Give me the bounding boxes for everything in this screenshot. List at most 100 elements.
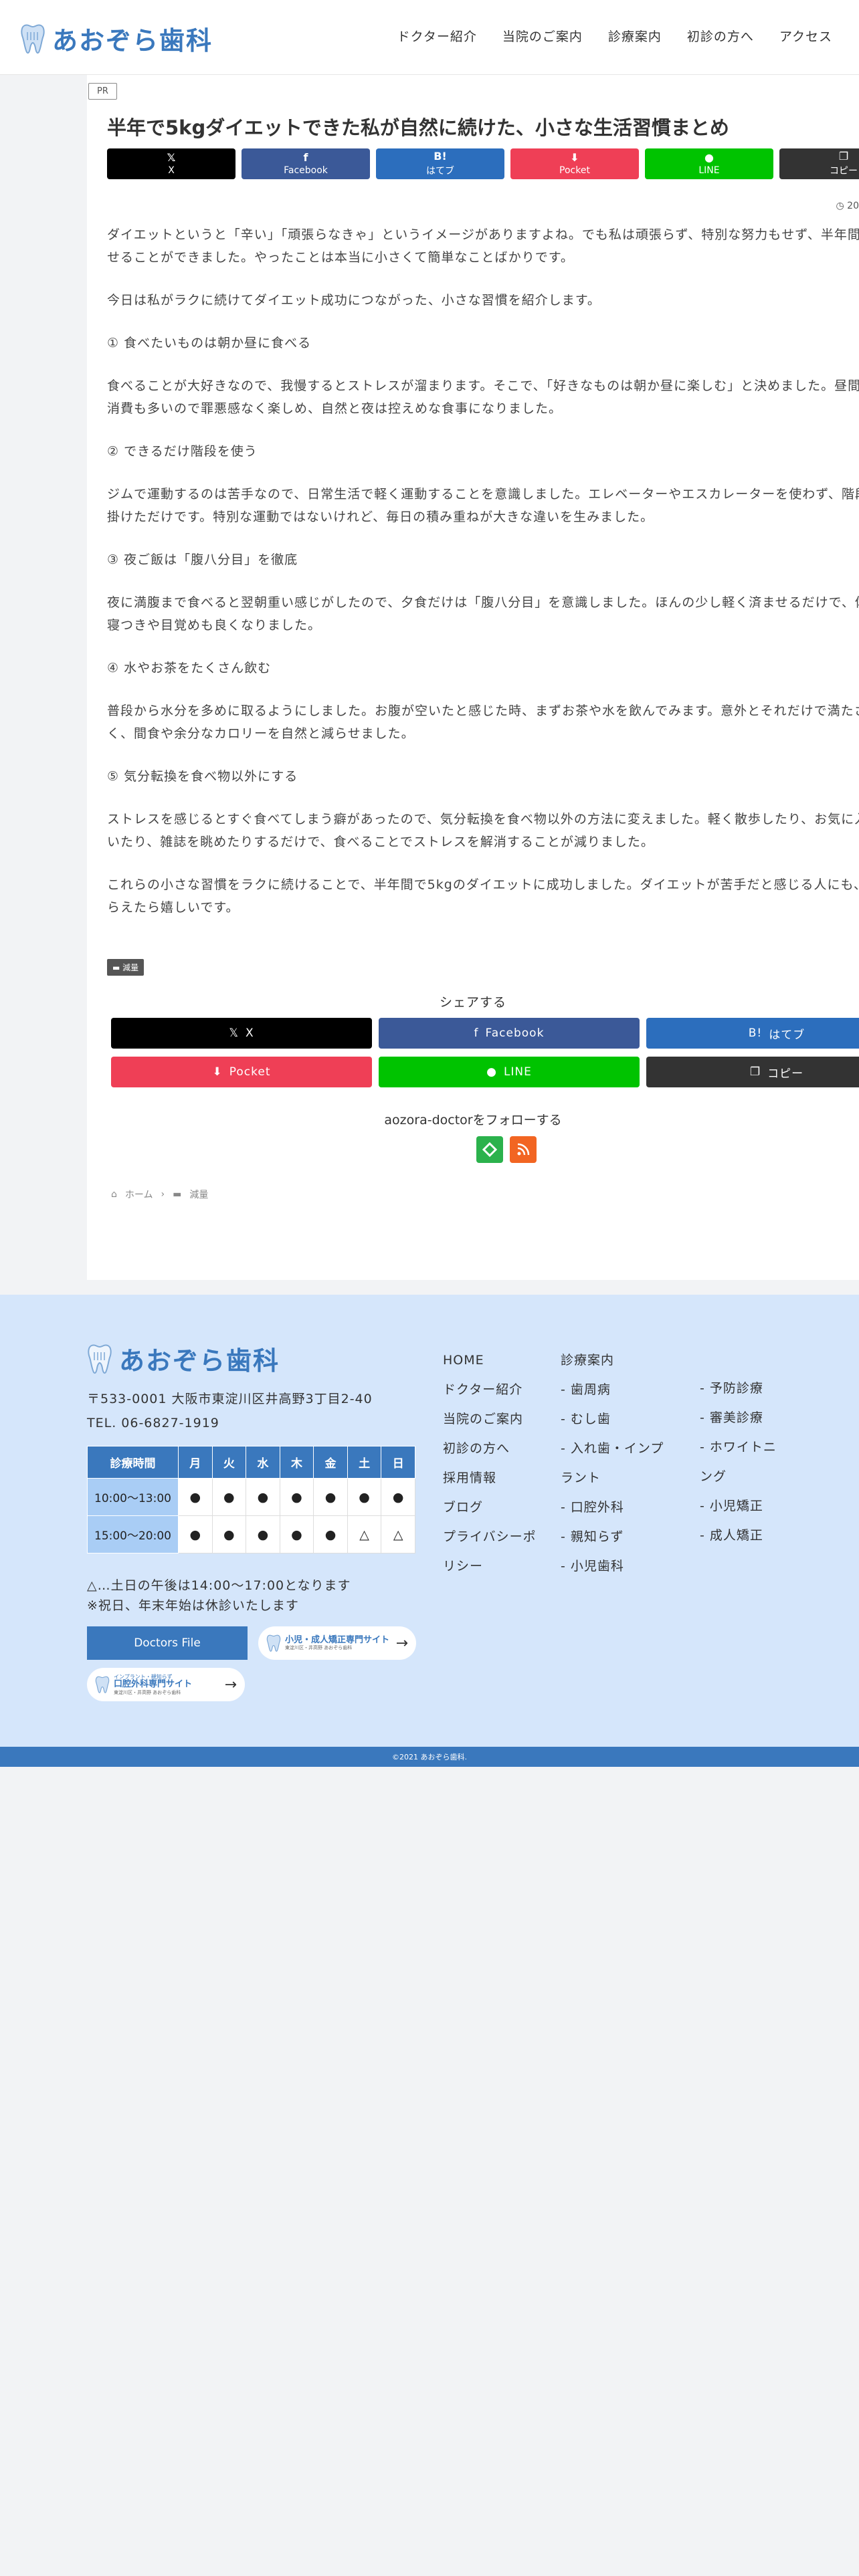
share-pocket-label: Pocket [559,165,590,176]
table-header: 診療時間 [87,1446,179,1479]
share-copy-label: コピー [830,165,858,177]
table-cell: ● [279,1515,314,1553]
share-x-button[interactable]: 𝕏X [111,1018,372,1049]
footer-link-adult-ortho[interactable]: - 成人矯正 [700,1521,780,1550]
share-hatebu-button[interactable]: B! はてブ [376,148,504,179]
footer-link-pediatric[interactable]: - 小児歯科 [561,1551,694,1581]
table-cell: ● [211,1478,247,1516]
footer-link-doctor[interactable]: ドクター紹介 [443,1375,557,1404]
x-icon: 𝕏 [167,150,176,164]
footer-link-wisdom-teeth[interactable]: - 親知らず [561,1522,694,1551]
share-pocket-button[interactable]: ⬇ Pocket [510,148,639,179]
site-footer: あおぞら歯科 〒533-0001 大阪市東淀川区井高野3丁目2-40 TEL. … [0,1295,859,1747]
footer-link-periodontal[interactable]: - 歯周病 [561,1375,694,1404]
share-copy-button[interactable]: ❐ コピー [779,148,859,179]
footer-link-prevention[interactable]: - 予防診療 [700,1374,780,1403]
footer-link-whitening-cont[interactable]: ング [700,1462,780,1491]
table-cell: △ [347,1515,382,1553]
oral-surgery-site-banner[interactable]: インプラント・親知らず 口腔外科専門サイト 東淀川区・井高野 あおぞら歯科 → [87,1668,245,1701]
share-line-label: LINE [503,1065,532,1079]
banner-text: 小児・成人矯正専門サイト 東淀川区・井高野 あおぞら歯科 [285,1634,390,1651]
share-pocket-button[interactable]: ⬇ Pocket [111,1057,372,1087]
footer-link-home[interactable]: HOME [443,1346,557,1375]
footer-link-about[interactable]: 当院のご案内 [443,1404,557,1434]
paragraph-line: ② できるだけ階段を使う [107,444,258,459]
site-logo[interactable]: あおぞら歯科 [20,20,213,57]
table-header: 火 [211,1446,247,1479]
paragraph-line: 掛けただけです。特別な運動ではないけれど、毎日の積み重ねが大きな違いを生みました… [107,510,654,524]
paragraph-line: これらの小さな習慣をラクに続けることで、半年間で5kgのダイエットに成功しました… [107,877,859,892]
breadcrumb: ⌂ ホーム › ▬ 減量 [111,1188,208,1201]
footer-link-blog[interactable]: ブログ [443,1493,557,1522]
doctors-file-button[interactable]: Doctors File [87,1626,248,1660]
copyright-bar: ©2021 あおぞら歯科. [0,1747,859,1767]
nav-doctor[interactable]: ドクター紹介 [397,27,477,45]
breadcrumb-category[interactable]: 減量 [189,1188,208,1201]
table-row: 10:00〜13:00 ● ● ● ● ● ● ● [87,1478,415,1516]
nav-about[interactable]: 当院のご案内 [502,27,583,45]
footer-link-first-visit[interactable]: 初診の方へ [443,1434,557,1463]
footer-link-denture-implant[interactable]: - 入れ歯・インプ [561,1434,694,1463]
feedly-icon[interactable] [476,1136,503,1163]
share-hatebu-button[interactable]: B! はてブ [646,1018,859,1049]
paragraph-line: 食べることが大好きなので、我慢するとストレスが溜まります。そこで、「好きなものは… [107,379,859,393]
footer-link-aesthetic[interactable]: - 審美診療 [700,1403,780,1432]
category-tag[interactable]: ▬ 減量 [107,959,145,976]
arrow-right-icon: → [395,1634,408,1652]
breadcrumb-home[interactable]: ホーム [125,1188,153,1201]
paragraph-line: 夜に満腹まで食べると翌朝重い感じがしたので、夕食だけは「腹八分目」を意識しました… [107,595,859,610]
table-cell: ● [178,1478,213,1516]
footer-link-treatment[interactable]: 診療案内 [561,1346,694,1375]
footer-address-block: 〒533-0001 大阪市東淀川区井高野3丁目2-40 TEL. 06-6827… [87,1387,373,1435]
follow-heading: aozora-doctorをフォローする [384,1113,562,1128]
site-header: あおぞら歯科 ドクター紹介 当院のご案内 診療案内 初診の方へ アクセス [0,0,859,75]
orthodontics-site-banner[interactable]: 小児・成人矯正専門サイト 東淀川区・井高野 あおぞら歯科 → [258,1626,416,1660]
paragraph-line: ① 食べたいものは朝か昼に食べる [107,336,312,350]
table-cell: ● [313,1478,348,1516]
banner-title: 小児・成人矯正専門サイト [285,1634,390,1645]
nav-treatment[interactable]: 診療案内 [608,27,662,45]
share-hatebu-label: はてブ [426,165,454,177]
share-copy-label: コピー [767,1067,804,1081]
article-card: PR 半年で5kgダイエットできた私が自然に続けた、小さな生活習慣まとめ 𝕏X … [87,75,859,1280]
tooth-icon [21,23,45,53]
paragraph-line: せることができました。やったことは本当に小さくて簡単なことばかりです。 [107,250,574,265]
rss-icon[interactable] [510,1136,537,1163]
footer-link-privacy-cont[interactable]: リシー [443,1551,557,1581]
footer-link-cavity[interactable]: - むし歯 [561,1404,694,1434]
banner-title: 口腔外科専門サイト [114,1679,193,1690]
nav-access[interactable]: アクセス [779,27,832,45]
share-facebook-button[interactable]: f Facebook [379,1018,640,1049]
footer-link-denture-implant-cont[interactable]: ラント [561,1463,694,1493]
share-line-button[interactable]: ● LINE [379,1057,640,1087]
section-heading: ④ 水やお茶をたくさん飲む [107,657,859,679]
footer-note: ※祝日、年末年始は休診いたします [87,1598,299,1613]
tooth-icon [88,1344,112,1374]
table-header: 木 [279,1446,314,1479]
share-x-button[interactable]: 𝕏X [107,148,235,179]
paragraph-line: く、間食や余分なカロリーを自然と減らせました。 [107,726,415,741]
footer-link-privacy[interactable]: プライバシーポ [443,1522,557,1551]
footer-tel[interactable]: TEL. 06-6827-1919 [87,1411,373,1435]
share-line-button[interactable]: ● LINE [645,148,773,179]
footer-logo[interactable]: あおぞら歯科 [87,1340,280,1377]
footer-link-whitening[interactable]: - ホワイトニ [700,1432,780,1462]
post-date: ◷ 20 [836,201,859,211]
follow-buttons [476,1136,537,1163]
arrow-right-icon: → [224,1676,237,1693]
footer-link-child-ortho[interactable]: - 小児矯正 [700,1491,780,1521]
table-header: 水 [246,1446,280,1479]
share-facebook-button[interactable]: f Facebook [242,148,370,179]
share-buttons-top: 𝕏X f Facebook B! はてブ ⬇ Pocket ● LINE ❐ コピー [107,148,859,179]
share-copy-button[interactable]: ❐ コピー [646,1057,859,1087]
nav-first-visit[interactable]: 初診の方へ [687,27,754,45]
footer-link-recruit[interactable]: 採用情報 [443,1463,557,1493]
share-line-label: LINE [698,165,720,176]
table-cell: ● [313,1515,348,1553]
table-row: 15:00〜20:00 ● ● ● ● ● △ △ [87,1515,415,1553]
share-buttons-bottom: 𝕏X f Facebook B! はてブ ⬇ Pocket ● LINE ❐ コピー [111,1018,859,1087]
post-title: 半年で5kgダイエットできた私が自然に続けた、小さな生活習慣まとめ [107,116,729,139]
banner-caption: 東淀川区・井高野 あおぞら歯科 [285,1645,353,1651]
paragraph-line: ③ 夜ご飯は「腹八分目」を徹底 [107,552,298,567]
footer-link-oral-surgery[interactable]: - 口腔外科 [561,1493,694,1522]
